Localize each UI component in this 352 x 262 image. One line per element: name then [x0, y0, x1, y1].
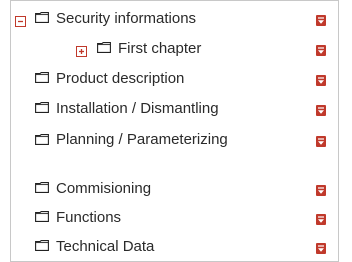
tree-item-commisioning[interactable]: Commisioning — [11, 179, 338, 201]
tree-item-first-chapter[interactable]: First chapter — [11, 39, 338, 61]
dropdown-menu-icon[interactable] — [316, 185, 326, 196]
tree-item-planning-parameterizing[interactable]: Planning / Parameterizing — [11, 129, 338, 173]
tree-item-installation-dismantling[interactable]: Installation / Dismantling — [11, 99, 338, 121]
folder-icon — [97, 42, 111, 53]
folder-icon — [35, 240, 49, 251]
tree-item-product-description[interactable]: Product description — [11, 69, 338, 91]
expand-toggle-icon[interactable] — [76, 46, 87, 57]
folder-icon — [35, 12, 49, 23]
tree-item-label[interactable]: Security informations — [56, 10, 196, 28]
tree-item-functions[interactable]: Functions — [11, 208, 338, 230]
tree-item-label[interactable]: First chapter — [118, 40, 201, 58]
tree-item-security-informations[interactable]: Security informations — [11, 9, 338, 31]
collapse-toggle-icon[interactable] — [15, 16, 26, 27]
dropdown-menu-icon[interactable] — [316, 136, 326, 147]
dropdown-menu-icon[interactable] — [316, 105, 326, 116]
tree-item-technical-data[interactable]: Technical Data — [11, 237, 338, 259]
tree-panel: Security informations First chapter Prod… — [10, 0, 339, 262]
dropdown-menu-icon[interactable] — [316, 15, 326, 26]
tree-item-label[interactable]: Commisioning — [56, 180, 151, 198]
tree-item-label[interactable]: Planning / Parameterizing — [14, 129, 274, 151]
folder-icon — [35, 72, 49, 83]
dropdown-menu-icon[interactable] — [316, 243, 326, 254]
dropdown-menu-icon[interactable] — [316, 214, 326, 225]
tree-item-label[interactable]: Technical Data — [56, 238, 154, 256]
tree-item-label[interactable]: Product description — [56, 70, 184, 88]
folder-icon — [35, 102, 49, 113]
folder-icon — [35, 182, 49, 193]
dropdown-menu-icon[interactable] — [316, 75, 326, 86]
tree-item-label[interactable]: Functions — [56, 209, 121, 227]
dropdown-menu-icon[interactable] — [316, 45, 326, 56]
tree-item-label[interactable]: Installation / Dismantling — [56, 100, 219, 118]
folder-icon — [35, 211, 49, 222]
